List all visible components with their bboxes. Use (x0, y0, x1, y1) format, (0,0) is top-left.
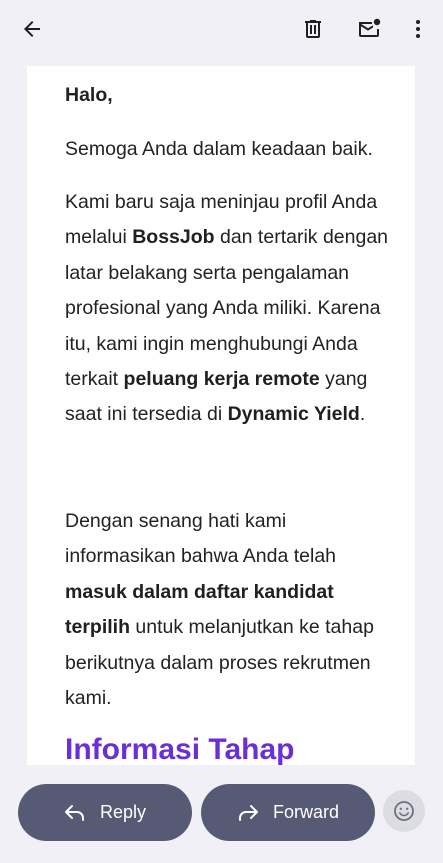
forward-button[interactable]: Forward (201, 784, 375, 841)
back-button[interactable] (12, 9, 52, 49)
text-span: . (359, 403, 366, 426)
forward-icon (238, 804, 258, 821)
mark-unread-button[interactable] (349, 9, 389, 49)
forward-label: Forward (272, 802, 339, 822)
email-paragraph-1: Semoga Anda dalam keadaan baik. (65, 138, 373, 160)
text-span: Dengan senang hati kami informasikan bah… (65, 510, 337, 568)
trash-icon (305, 20, 321, 38)
reply-label: Reply (99, 802, 147, 822)
reply-button[interactable]: Reply (18, 784, 192, 841)
delete-button[interactable] (293, 9, 333, 49)
bold-remote-job: peluang kerja remote (123, 368, 320, 391)
email-content-card: Halo, Semoga Anda dalam keadaan baik. Ka… (27, 66, 415, 765)
section-heading: Informasi Tahap (65, 733, 295, 765)
bold-company: Dynamic Yield (227, 403, 360, 426)
more-vert-icon (416, 20, 420, 38)
email-paragraph-3: Dengan senang hati kami informasikan bah… (65, 504, 395, 716)
bold-bossjob: BossJob (132, 226, 215, 249)
email-paragraph-2: Kami baru saja meninjau profil Anda mela… (65, 185, 395, 433)
more-options-button[interactable] (398, 9, 438, 49)
bottom-action-bar: Reply Forward (0, 765, 443, 863)
arrow-left-icon (24, 21, 40, 37)
text-span: dan tertarik dengan latar belakang serta… (65, 226, 389, 391)
reply-icon (64, 804, 84, 821)
mark-unread-icon (359, 18, 381, 37)
email-greeting: Halo, (65, 84, 113, 106)
emoji-reaction-button[interactable] (383, 790, 425, 832)
emoji-smile-icon (394, 801, 414, 821)
top-app-bar (0, 0, 443, 60)
